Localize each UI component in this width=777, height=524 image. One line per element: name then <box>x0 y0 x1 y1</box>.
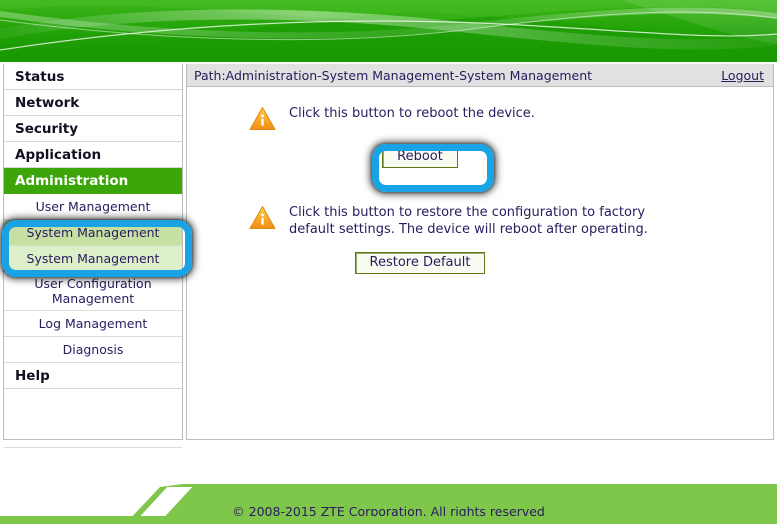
restore-default-section: Click this button to restore the configu… <box>187 204 773 238</box>
reboot-button[interactable]: Reboot <box>382 146 458 168</box>
sidebar-item-label: Log Management <box>38 316 148 331</box>
sidebar-item-label: Help <box>15 368 50 384</box>
reboot-section: Click this button to reboot the device. <box>187 105 773 131</box>
sidebar-subitem-system-management[interactable]: System Management <box>4 246 182 272</box>
sidebar-item-label: System Management <box>26 225 160 240</box>
sidebar-item-administration[interactable]: Administration <box>4 168 182 194</box>
reboot-button-row: Reboot <box>187 145 773 168</box>
sidebar-item-label: Diagnosis <box>62 342 124 357</box>
restore-default-button-row: Restore Default <box>187 251 773 274</box>
page-banner <box>0 0 777 62</box>
banner-wave-graphic <box>0 0 777 62</box>
sidebar-item-help[interactable]: Help <box>4 363 182 389</box>
router-admin-page: Status Network Security Application Admi… <box>0 0 777 524</box>
footer-bottom-bar <box>0 516 777 524</box>
sidebar-item-network[interactable]: Network <box>4 90 182 116</box>
sidebar-nav: Status Network Security Application Admi… <box>3 64 183 482</box>
sidebar-item-label: System Management <box>26 251 160 266</box>
sidebar-item-log-management[interactable]: Log Management <box>4 311 182 337</box>
sidebar-item-system-management[interactable]: System Management <box>4 220 182 246</box>
sidebar-item-label: Network <box>15 95 80 111</box>
reboot-description: Click this button to reboot the device. <box>289 106 535 121</box>
breadcrumb: Path:Administration-System Management-Sy… <box>194 67 593 83</box>
sidebar-item-status[interactable]: Status <box>4 64 182 90</box>
breadcrumb-bar: Path:Administration-System Management-Sy… <box>187 64 773 87</box>
sidebar-item-label: Application <box>15 147 102 163</box>
warning-triangle-info-icon <box>249 107 276 130</box>
warning-triangle-info-icon <box>249 206 276 229</box>
sidebar-item-diagnosis[interactable]: Diagnosis <box>4 337 182 363</box>
logout-link[interactable]: Logout <box>721 68 764 83</box>
sidebar-item-label: Status <box>15 69 65 85</box>
sidebar-item-user-management[interactable]: User Management <box>4 194 182 220</box>
sidebar-item-label: User Management <box>35 199 151 214</box>
restore-default-button[interactable]: Restore Default <box>354 252 486 274</box>
sidebar-item-label: Administration <box>15 173 129 189</box>
main-content: Path:Administration-System Management-Sy… <box>186 64 774 440</box>
sidebar-item-security[interactable]: Security <box>4 116 182 142</box>
sidebar-item-user-configuration-management[interactable]: User Configuration Management <box>4 272 182 311</box>
sidebar-item-label: User Configuration Management <box>34 276 152 306</box>
sidebar-item-application[interactable]: Application <box>4 142 182 168</box>
system-management-panel: Click this button to reboot the device. … <box>187 87 773 274</box>
sidebar-spacer <box>4 389 182 448</box>
page-footer: © 2008-2015 ZTE Corporation. All rights … <box>0 448 777 524</box>
sidebar-item-label: Security <box>15 121 79 137</box>
restore-default-description: Click this button to restore the configu… <box>289 205 648 237</box>
